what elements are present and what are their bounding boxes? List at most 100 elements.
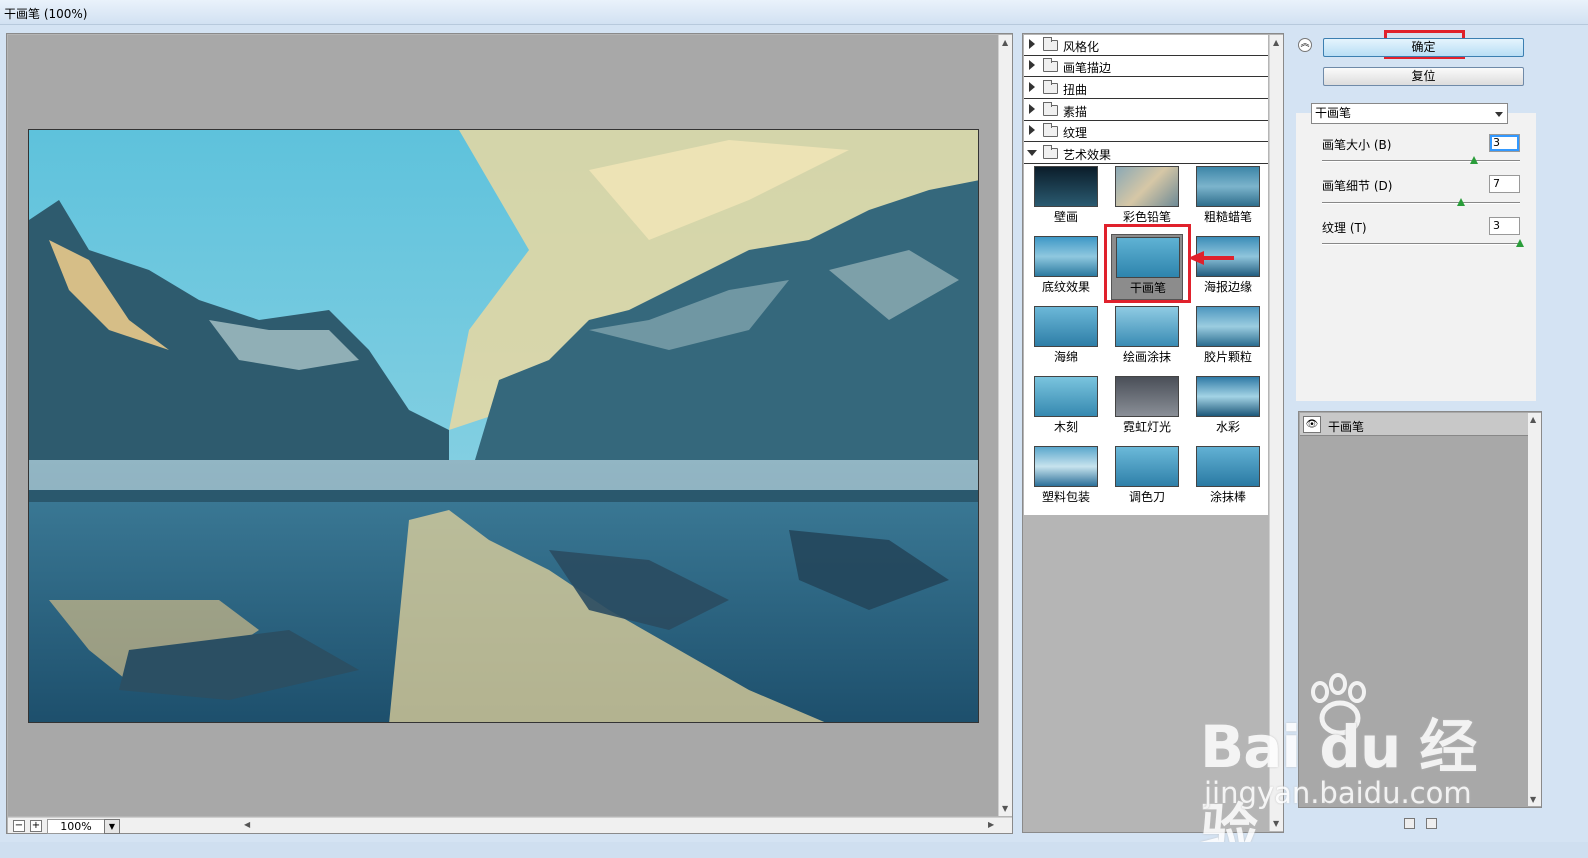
filter-thumb-label: 塑料包装	[1041, 490, 1090, 504]
filter-thumb-label: 涂抹棒	[1209, 490, 1246, 504]
filter-thumb-smudge-stick[interactable]: 涂抹棒	[1192, 444, 1264, 510]
scroll-left-icon[interactable]: ◀	[244, 820, 250, 829]
filter-thumb-label: 底纹效果	[1041, 280, 1090, 294]
reset-button[interactable]: 复位	[1323, 67, 1524, 86]
filter-thumb-label: 壁画	[1053, 210, 1078, 224]
expand-arrow-icon[interactable]	[1029, 39, 1035, 49]
folder-icon	[1043, 58, 1058, 72]
filter-thumb-paint-daubs[interactable]: 绘画涂抹	[1111, 304, 1183, 370]
chevron-down-icon	[1495, 112, 1503, 117]
filter-thumb-neon-glow[interactable]: 霓虹灯光	[1111, 374, 1183, 440]
filter-thumb-palette-knife[interactable]: 调色刀	[1111, 444, 1183, 510]
filter-thumb-label: 霓虹灯光	[1122, 420, 1171, 434]
texture-slider-handle[interactable]	[1516, 239, 1524, 247]
folder-icon	[1043, 123, 1058, 137]
category-label: 纹理	[1063, 126, 1088, 140]
filter-thumbnails: 壁画 彩色铅笔 粗糙蜡笔 底纹效果 干画笔 海报边缘 海绵 绘画涂抹 胶片颗粒 …	[1024, 164, 1268, 514]
filter-thumb-image	[1115, 166, 1179, 207]
zoom-level-field[interactable]: 100%	[47, 819, 105, 834]
visibility-eye-icon[interactable]: 👁	[1303, 416, 1321, 433]
title-bar: 干画笔 (100%)	[0, 0, 1588, 25]
scroll-up-icon[interactable]: ▲	[1002, 38, 1008, 47]
ok-button[interactable]: 确定	[1323, 38, 1524, 57]
expand-arrow-icon[interactable]	[1029, 125, 1035, 135]
filter-thumb-label: 粗糙蜡笔	[1203, 210, 1252, 224]
texture-slider-track[interactable]	[1322, 243, 1520, 245]
highlight-box-dry-brush	[1104, 224, 1191, 303]
category-label: 画笔描边	[1063, 61, 1112, 75]
preview-vertical-scrollbar[interactable]: ▲ ▼	[998, 35, 1012, 816]
filter-thumb-image	[1196, 376, 1260, 417]
brush-detail-slider-handle[interactable]	[1456, 198, 1465, 206]
preview-canvas[interactable]	[8, 35, 998, 816]
brush-size-slider-handle[interactable]	[1470, 156, 1479, 164]
expand-arrow-icon[interactable]	[1029, 82, 1035, 92]
filter-thumb-image	[1034, 166, 1098, 207]
brush-size-slider-track[interactable]	[1322, 160, 1520, 162]
category-artistic[interactable]: 艺术效果	[1024, 143, 1268, 164]
folder-icon	[1043, 102, 1058, 116]
filter-settings-panel	[1296, 113, 1536, 401]
scroll-right-icon[interactable]: ▶	[988, 820, 994, 829]
filter-thumb-image	[1034, 306, 1098, 347]
filter-thumb-underpainting[interactable]: 底纹效果	[1030, 234, 1102, 300]
window-bottom-edge	[0, 842, 1588, 858]
filter-select-value: 干画笔	[1315, 106, 1352, 120]
category-label: 艺术效果	[1063, 148, 1112, 162]
filter-thumb-label: 调色刀	[1128, 490, 1165, 504]
filter-thumb-sponge[interactable]: 海绵	[1030, 304, 1102, 370]
scroll-down-icon[interactable]: ▼	[1002, 804, 1008, 813]
window-title: 干画笔 (100%)	[4, 7, 88, 21]
brush-size-input[interactable]: 3	[1489, 134, 1520, 152]
filter-thumb-label: 海绵	[1053, 350, 1078, 364]
zoom-out-button[interactable]: −	[13, 820, 25, 832]
scroll-up-icon[interactable]: ▲	[1530, 415, 1536, 424]
collapse-gallery-icon[interactable]: ︽	[1298, 38, 1312, 52]
folder-open-icon	[1043, 145, 1058, 159]
collapse-arrow-icon[interactable]	[1027, 150, 1037, 156]
filter-thumb-label: 彩色铅笔	[1122, 210, 1171, 224]
brush-detail-input[interactable]: 7	[1489, 175, 1520, 193]
watermark-url: jingyan.baidu.com	[1204, 776, 1472, 810]
texture-input[interactable]: 3	[1489, 217, 1520, 235]
zoom-dropdown-button[interactable]: ▼	[104, 819, 120, 834]
effect-layer-row[interactable]: 👁 干画笔	[1300, 413, 1528, 436]
filter-thumb-film-grain[interactable]: 胶片颗粒	[1192, 304, 1264, 370]
filter-thumb-image	[1115, 446, 1179, 487]
filter-thumb-label: 水彩	[1215, 420, 1240, 434]
category-stylize[interactable]: 风格化	[1024, 35, 1268, 56]
filter-thumb-rough-pastels[interactable]: 粗糙蜡笔	[1192, 164, 1264, 230]
category-sketch[interactable]: 素描	[1024, 100, 1268, 121]
filter-thumb-label: 木刻	[1053, 420, 1078, 434]
filter-thumb-image	[1115, 376, 1179, 417]
filter-thumb-poster-edges[interactable]: 海报边缘	[1192, 234, 1264, 300]
category-label: 素描	[1063, 105, 1088, 119]
filter-thumb-watercolor[interactable]: 水彩	[1192, 374, 1264, 440]
filter-thumb-label: 绘画涂抹	[1122, 350, 1171, 364]
category-brush-strokes[interactable]: 画笔描边	[1024, 56, 1268, 77]
filter-thumb-colored-pencil[interactable]: 彩色铅笔	[1111, 164, 1183, 230]
filter-select[interactable]: 干画笔	[1311, 103, 1508, 124]
brush-detail-slider-track[interactable]	[1322, 202, 1520, 204]
effect-layer-name: 干画笔	[1328, 420, 1365, 434]
scroll-down-icon[interactable]: ▼	[1530, 795, 1536, 804]
expand-arrow-icon[interactable]	[1029, 104, 1035, 114]
folder-icon	[1043, 37, 1058, 51]
filter-thumb-label: 胶片颗粒	[1203, 350, 1252, 364]
layers-scrollbar[interactable]: ▲ ▼	[1528, 413, 1541, 806]
zoom-bar: − + 100% ▼ ◀ ▶	[8, 817, 1012, 834]
category-distort[interactable]: 扭曲	[1024, 78, 1268, 99]
filter-thumb-plastic-wrap[interactable]: 塑料包装	[1030, 444, 1102, 510]
scroll-up-icon[interactable]: ▲	[1273, 38, 1279, 47]
zoom-in-button[interactable]: +	[30, 820, 42, 832]
category-label: 扭曲	[1063, 83, 1088, 97]
filter-thumb-image	[1196, 166, 1260, 207]
filter-thumb-fresco[interactable]: 壁画	[1030, 164, 1102, 230]
red-arrow-icon	[1188, 251, 1234, 265]
expand-arrow-icon[interactable]	[1029, 60, 1035, 70]
category-texture[interactable]: 纹理	[1024, 121, 1268, 142]
category-label: 风格化	[1063, 40, 1100, 54]
filter-thumb-cutout[interactable]: 木刻	[1030, 374, 1102, 440]
brush-detail-label: 画笔细节 (D)	[1322, 179, 1393, 193]
filter-thumb-image	[1196, 446, 1260, 487]
